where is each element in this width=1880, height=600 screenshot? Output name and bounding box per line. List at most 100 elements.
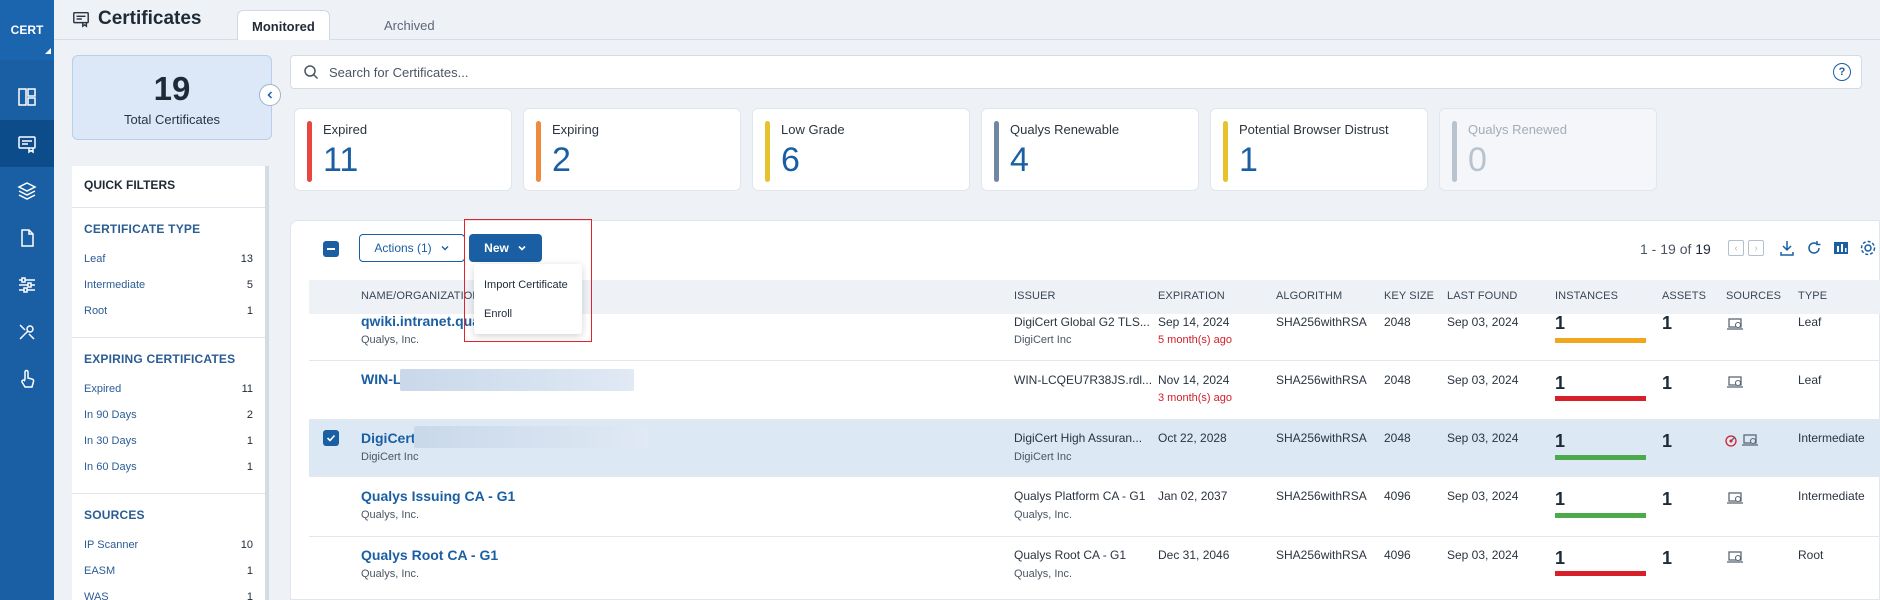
filter-label: Root <box>84 305 108 317</box>
filter-item-ip-scanner[interactable]: IP Scanner 10 <box>84 532 253 558</box>
column-header-key-size[interactable]: KEY SIZE <box>1384 290 1434 302</box>
minus-icon <box>327 248 335 250</box>
column-header-instances[interactable]: INSTANCES <box>1555 290 1618 302</box>
issuer-org: DigiCert Inc <box>1014 451 1072 463</box>
page-title-text: Certificates <box>98 8 202 29</box>
stat-card-qualys-renewed[interactable]: Qualys Renewed 0 <box>1439 108 1657 191</box>
last-found: Sep 03, 2024 <box>1447 315 1519 329</box>
select-all-checkbox[interactable] <box>323 241 339 257</box>
settings-gear-icon[interactable] <box>1859 239 1877 257</box>
nav-tools-icon[interactable] <box>0 308 54 355</box>
nav-reports-icon[interactable] <box>0 214 54 261</box>
nav-hand-pointer-icon[interactable] <box>0 355 54 402</box>
cert-name-link[interactable]: Qualys Issuing CA - G1 <box>361 488 515 504</box>
stat-card-browser-distrust[interactable]: Potential Browser Distrust 1 <box>1210 108 1428 191</box>
column-header-sources[interactable]: SOURCES <box>1726 290 1781 302</box>
column-header-expiration[interactable]: EXPIRATION <box>1158 290 1225 302</box>
total-count: 19 <box>153 70 191 107</box>
stat-card-value: 11 <box>323 141 359 179</box>
column-header-issuer[interactable]: ISSUER <box>1014 290 1056 302</box>
filter-section-expiring: EXPIRING CERTIFICATES Expired 11 In 90 Da… <box>72 338 265 494</box>
nav-certificates-icon[interactable] <box>0 120 54 167</box>
key-size: 4096 <box>1384 548 1411 562</box>
actions-button[interactable]: Actions (1) <box>359 234 465 262</box>
columns-icon[interactable] <box>1832 239 1850 257</box>
instances-count[interactable]: 1 <box>1555 431 1565 452</box>
instances-count[interactable]: 1 <box>1555 313 1565 334</box>
table-row[interactable] <box>309 477 1880 537</box>
column-header-algorithm[interactable]: ALGORITHM <box>1276 290 1342 302</box>
certificate-icon <box>73 11 89 28</box>
tab-archived[interactable]: Archived <box>370 10 449 41</box>
filter-count: 1 <box>246 461 253 473</box>
stat-card-low-grade[interactable]: Low Grade 6 <box>752 108 970 191</box>
filter-item-in-60-days[interactable]: In 60 Days 1 <box>84 454 253 480</box>
assets-count[interactable]: 1 <box>1662 313 1672 334</box>
row-checkbox[interactable] <box>323 430 339 446</box>
nav-settings-sliders-icon[interactable] <box>0 261 54 308</box>
filter-count: 13 <box>240 253 253 265</box>
cert-name-link[interactable]: qwiki.intranet.qua <box>361 313 480 329</box>
stat-card-value: 0 <box>1468 141 1487 179</box>
collapse-sidebar-button[interactable] <box>259 84 281 106</box>
nav-inventory-icon[interactable] <box>0 167 54 214</box>
column-header-name[interactable]: NAME/ORGANIZATION <box>361 290 480 302</box>
instances-count[interactable]: 1 <box>1555 373 1565 394</box>
column-header-last-found[interactable]: LAST FOUND <box>1447 290 1517 302</box>
stat-card-qualys-renewable[interactable]: Qualys Renewable 4 <box>981 108 1199 191</box>
expiration-note: 3 month(s) ago <box>1158 392 1232 404</box>
redacted-text <box>400 369 634 391</box>
filter-item-leaf[interactable]: Leaf 13 <box>84 246 253 272</box>
key-size: 2048 <box>1384 373 1411 387</box>
tab-monitored[interactable]: Monitored <box>237 10 330 41</box>
cert-name-link[interactable]: WIN-L <box>361 371 401 387</box>
expiration-date: Dec 31, 2046 <box>1158 548 1230 562</box>
nav-dashboard-icon[interactable] <box>0 73 54 120</box>
help-icon[interactable]: ? <box>1833 63 1851 81</box>
issuer: Qualys Platform CA - G1 <box>1014 489 1146 503</box>
column-header-type[interactable]: TYPE <box>1798 290 1827 302</box>
table-row[interactable] <box>309 537 1880 600</box>
total-certificates-card: 19 Total Certificates <box>72 55 272 140</box>
issuer: Qualys Root CA - G1 <box>1014 548 1127 562</box>
cert-type: Leaf <box>1798 373 1822 387</box>
column-header-assets[interactable]: ASSETS <box>1662 290 1706 302</box>
filter-item-in-90-days[interactable]: In 90 Days 2 <box>84 402 253 428</box>
assets-count[interactable]: 1 <box>1662 489 1672 510</box>
stat-card-expiring[interactable]: Expiring 2 <box>523 108 741 191</box>
next-page-button[interactable]: › <box>1748 240 1764 256</box>
filter-item-root[interactable]: Root 1 <box>84 298 253 324</box>
instances-count[interactable]: 1 <box>1555 489 1565 510</box>
filter-item-easm[interactable]: EASM 1 <box>84 558 253 584</box>
cert-name-link[interactable]: DigiCert <box>361 430 415 446</box>
filter-item-intermediate[interactable]: Intermediate 5 <box>84 272 253 298</box>
filter-label: In 30 Days <box>84 435 137 447</box>
stat-card-color-bar <box>536 121 541 182</box>
filter-item-expired[interactable]: Expired 11 <box>84 376 253 402</box>
cert-name-link[interactable]: Qualys Root CA - G1 <box>361 547 498 563</box>
search-input[interactable] <box>329 64 1729 80</box>
chevron-left-icon <box>267 91 273 99</box>
stat-card-color-bar <box>307 121 312 182</box>
assets-count[interactable]: 1 <box>1662 548 1672 569</box>
prev-page-button[interactable]: ‹ <box>1728 240 1744 256</box>
filter-label: IP Scanner <box>84 539 139 551</box>
instances-count[interactable]: 1 <box>1555 548 1565 569</box>
pager-text: 1 - 19 of 19 <box>1640 241 1711 257</box>
ip-scanner-source-icon <box>1727 492 1743 504</box>
expiration-date: Jan 02, 2037 <box>1158 489 1228 503</box>
assets-count[interactable]: 1 <box>1662 373 1672 394</box>
filter-item-was[interactable]: WAS 1 <box>84 584 253 600</box>
assets-count[interactable]: 1 <box>1662 431 1672 452</box>
stat-card-value: 6 <box>781 141 800 179</box>
filter-item-in-30-days[interactable]: In 30 Days 1 <box>84 428 253 454</box>
stat-card-expired[interactable]: Expired 11 <box>294 108 512 191</box>
instances-bar <box>1555 571 1646 576</box>
stat-card-label: Expiring <box>552 122 599 137</box>
filter-label: EASM <box>84 565 116 577</box>
issuer: WIN-LCQEU7R38JS.rdl... <box>1014 373 1153 387</box>
download-icon[interactable] <box>1778 239 1796 257</box>
app-logo[interactable]: CERT <box>0 0 54 60</box>
expiration-note: 5 month(s) ago <box>1158 334 1232 346</box>
refresh-icon[interactable] <box>1805 239 1823 257</box>
